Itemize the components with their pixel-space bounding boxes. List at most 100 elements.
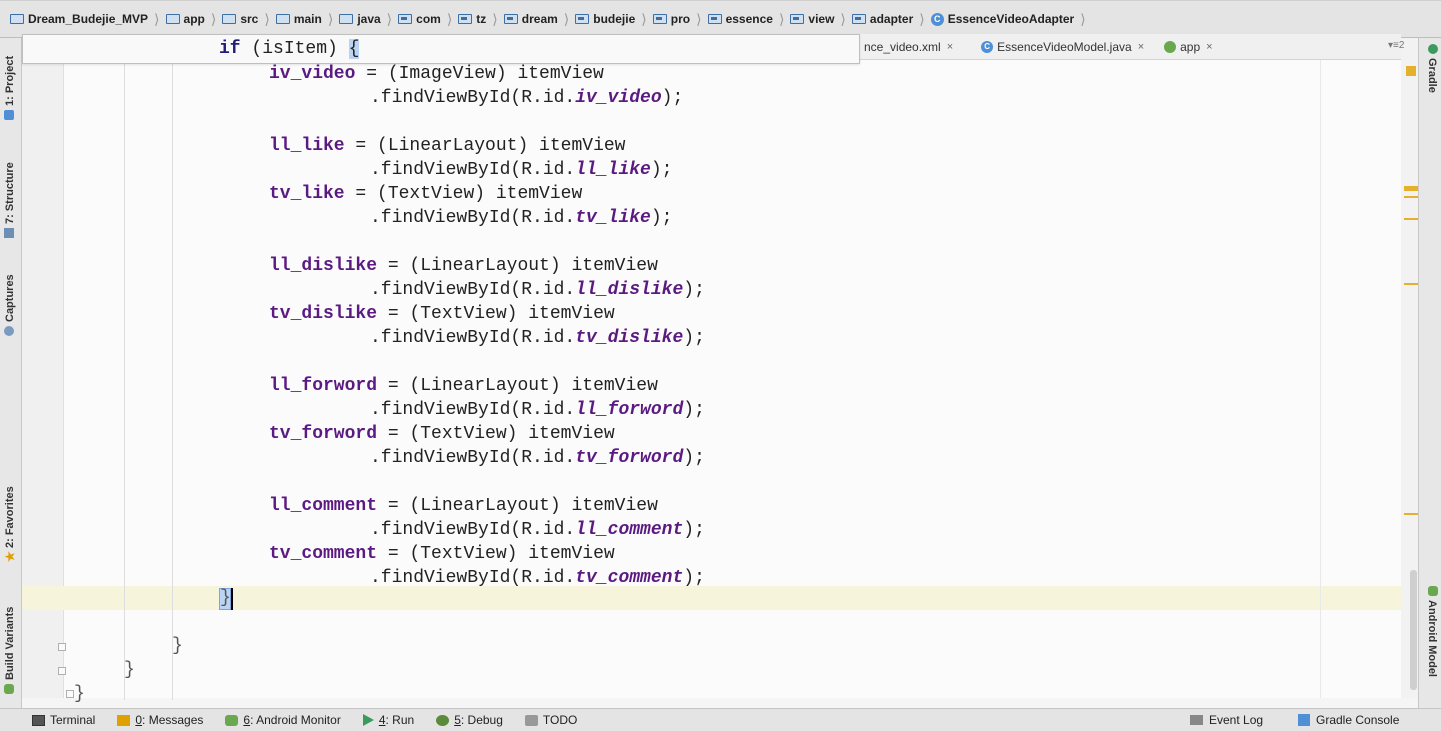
code-line-assign[interactable]: tv_comment = (TextView) itemView xyxy=(269,542,615,566)
chevron-right-icon: ⟩ xyxy=(154,10,160,27)
code-line-assign[interactable]: ll_forword = (LinearLayout) itemView xyxy=(269,374,658,398)
chevron-right-icon: ⟩ xyxy=(840,10,846,27)
breadcrumb-item[interactable]: java ⟩ xyxy=(339,1,398,37)
breadcrumb-item[interactable]: main ⟩ xyxy=(275,1,339,37)
breadcrumb-item[interactable]: budejie ⟩ xyxy=(575,1,652,37)
close-icon[interactable]: × xyxy=(947,41,953,53)
editor-tabs: nce_video.xml × C EssenceVideoModel.java × … xyxy=(860,34,1401,60)
code-line-find[interactable]: .findViewById(R.id.tv_forword); xyxy=(370,446,705,470)
closing-brace-outer: } xyxy=(74,684,85,704)
breadcrumb-label: pro xyxy=(670,12,691,26)
folder-icon xyxy=(222,14,237,24)
assign-op: = xyxy=(377,496,410,516)
find-call: .findViewById(R.id. xyxy=(370,520,576,540)
todo-button[interactable]: TODO xyxy=(524,713,577,727)
call-end: ); xyxy=(683,280,705,300)
scroll-marker[interactable] xyxy=(1404,513,1418,515)
breadcrumb-item[interactable]: app ⟩ xyxy=(165,1,223,37)
android-monitor-button[interactable]: 6: Android Monitor xyxy=(225,713,341,727)
warning-marker[interactable] xyxy=(1406,66,1416,76)
breadcrumb-label: budejie xyxy=(593,12,636,26)
field-name: tv_forword xyxy=(269,424,378,444)
project-tool-tab[interactable]: 1: Project xyxy=(4,56,16,120)
android-model-tool-tab[interactable]: Android Model xyxy=(1426,586,1438,677)
fold-marker[interactable] xyxy=(58,643,66,651)
gradle-tool-tab[interactable]: Gradle xyxy=(1426,44,1438,93)
assign-op: = xyxy=(377,304,410,324)
code-line-find[interactable]: .findViewById(R.id.iv_video); xyxy=(370,86,683,110)
scroll-marker[interactable] xyxy=(1404,196,1418,198)
breadcrumb-item[interactable]: adapter ⟩ xyxy=(851,1,931,37)
code-line-find[interactable]: .findViewById(R.id.ll_dislike); xyxy=(370,278,705,302)
breadcrumb-item[interactable]: pro ⟩ xyxy=(652,1,708,37)
sticky-code-line: if (isItem) { xyxy=(219,39,360,59)
code-line-assign[interactable]: ll_like = (LinearLayout) itemView xyxy=(269,134,625,158)
tabs-overflow-button[interactable]: ▾≡2 xyxy=(1388,40,1404,51)
close-icon[interactable]: × xyxy=(1206,41,1212,53)
code-line-assign[interactable]: iv_video = (ImageView) itemView xyxy=(269,62,604,86)
tab-app[interactable]: app × xyxy=(1160,34,1222,59)
cast-expr: (TextView) itemView xyxy=(409,544,615,564)
code-line-assign[interactable]: tv_dislike = (TextView) itemView xyxy=(269,302,615,326)
assign-op: = xyxy=(377,424,410,444)
folder-icon xyxy=(275,14,290,24)
class-icon: C xyxy=(981,40,994,53)
build-variants-tool-tab[interactable]: Build Variants xyxy=(4,607,16,694)
gradle-console-button[interactable]: Gradle Console xyxy=(1298,713,1399,727)
breadcrumb-item[interactable]: src ⟩ xyxy=(222,1,276,37)
package-icon xyxy=(458,14,473,24)
breadcrumb-item[interactable]: Dream_Budejie_MVP ⟩ xyxy=(10,1,166,37)
code-line-find[interactable]: .findViewById(R.id.tv_comment); xyxy=(370,566,705,590)
captures-tool-tab[interactable]: Captures xyxy=(4,274,16,336)
fold-marker[interactable] xyxy=(66,690,74,698)
breadcrumb-item[interactable]: view ⟩ xyxy=(790,1,851,37)
code-line-find[interactable]: .findViewById(R.id.ll_forword); xyxy=(370,398,705,422)
breadcrumb-item[interactable]: C EssenceVideoAdapter ⟩ xyxy=(930,1,1092,37)
breadcrumb-item[interactable]: com ⟩ xyxy=(398,1,458,37)
code-line-find[interactable]: .findViewById(R.id.ll_comment); xyxy=(370,518,705,542)
terminal-button[interactable]: Terminal xyxy=(32,713,95,727)
package-icon xyxy=(398,14,413,24)
resource-id: tv_forword xyxy=(575,448,684,468)
fold-marker[interactable] xyxy=(58,667,66,675)
breadcrumb-item[interactable]: dream ⟩ xyxy=(503,1,576,37)
breadcrumb-label: dream xyxy=(521,12,558,26)
close-icon[interactable]: × xyxy=(1138,41,1144,53)
field-name: iv_video xyxy=(269,64,356,84)
event-log-button[interactable]: Event Log xyxy=(1190,713,1263,727)
messages-button[interactable]: 0: Messages xyxy=(117,713,203,727)
structure-tool-tab[interactable]: 7: Structure xyxy=(4,162,16,238)
chevron-right-icon: ⟩ xyxy=(327,10,334,27)
breadcrumb-label: tz xyxy=(476,12,487,26)
chevron-right-icon: ⟩ xyxy=(778,10,785,27)
folder-icon xyxy=(339,14,354,24)
code-line-assign[interactable]: tv_like = (TextView) itemView xyxy=(269,182,582,206)
code-line-assign[interactable]: ll_comment = (LinearLayout) itemView xyxy=(269,494,658,518)
run-button[interactable]: 4: Run xyxy=(362,713,414,727)
find-call: .findViewById(R.id. xyxy=(370,88,576,108)
code-line-assign[interactable]: ll_dislike = (LinearLayout) itemView xyxy=(269,254,658,278)
package-icon xyxy=(707,14,722,24)
breadcrumb-item[interactable]: tz ⟩ xyxy=(458,1,503,37)
debug-button[interactable]: 5: Debug xyxy=(436,713,503,727)
resource-id: iv_video xyxy=(575,88,662,108)
code-line-find[interactable]: .findViewById(R.id.ll_like); xyxy=(370,158,672,182)
breadcrumb-label: app xyxy=(183,12,205,26)
scroll-marker[interactable] xyxy=(1404,218,1418,220)
scroll-marker[interactable] xyxy=(1404,186,1418,191)
bug-icon xyxy=(436,714,450,726)
tab-essence-video-xml[interactable]: nce_video.xml × xyxy=(860,34,963,59)
breadcrumb-item[interactable]: essence ⟩ xyxy=(707,1,791,37)
field-name: tv_like xyxy=(269,184,345,204)
scroll-thumb[interactable] xyxy=(1410,570,1417,690)
code-line-find[interactable]: .findViewById(R.id.tv_like); xyxy=(370,206,672,230)
resource-id: tv_dislike xyxy=(575,328,684,348)
code-line-assign[interactable]: tv_forword = (TextView) itemView xyxy=(269,422,615,446)
sticky-scope-header[interactable]: if (isItem) { xyxy=(22,34,860,64)
call-end: ); xyxy=(683,400,705,420)
scroll-marker[interactable] xyxy=(1404,283,1418,285)
tab-essence-video-model[interactable]: C EssenceVideoModel.java × xyxy=(977,34,1154,59)
closing-brace-class: } xyxy=(124,660,135,680)
code-line-find[interactable]: .findViewById(R.id.tv_dislike); xyxy=(370,326,705,350)
favorites-tool-tab[interactable]: ★2: Favorites xyxy=(3,486,17,562)
